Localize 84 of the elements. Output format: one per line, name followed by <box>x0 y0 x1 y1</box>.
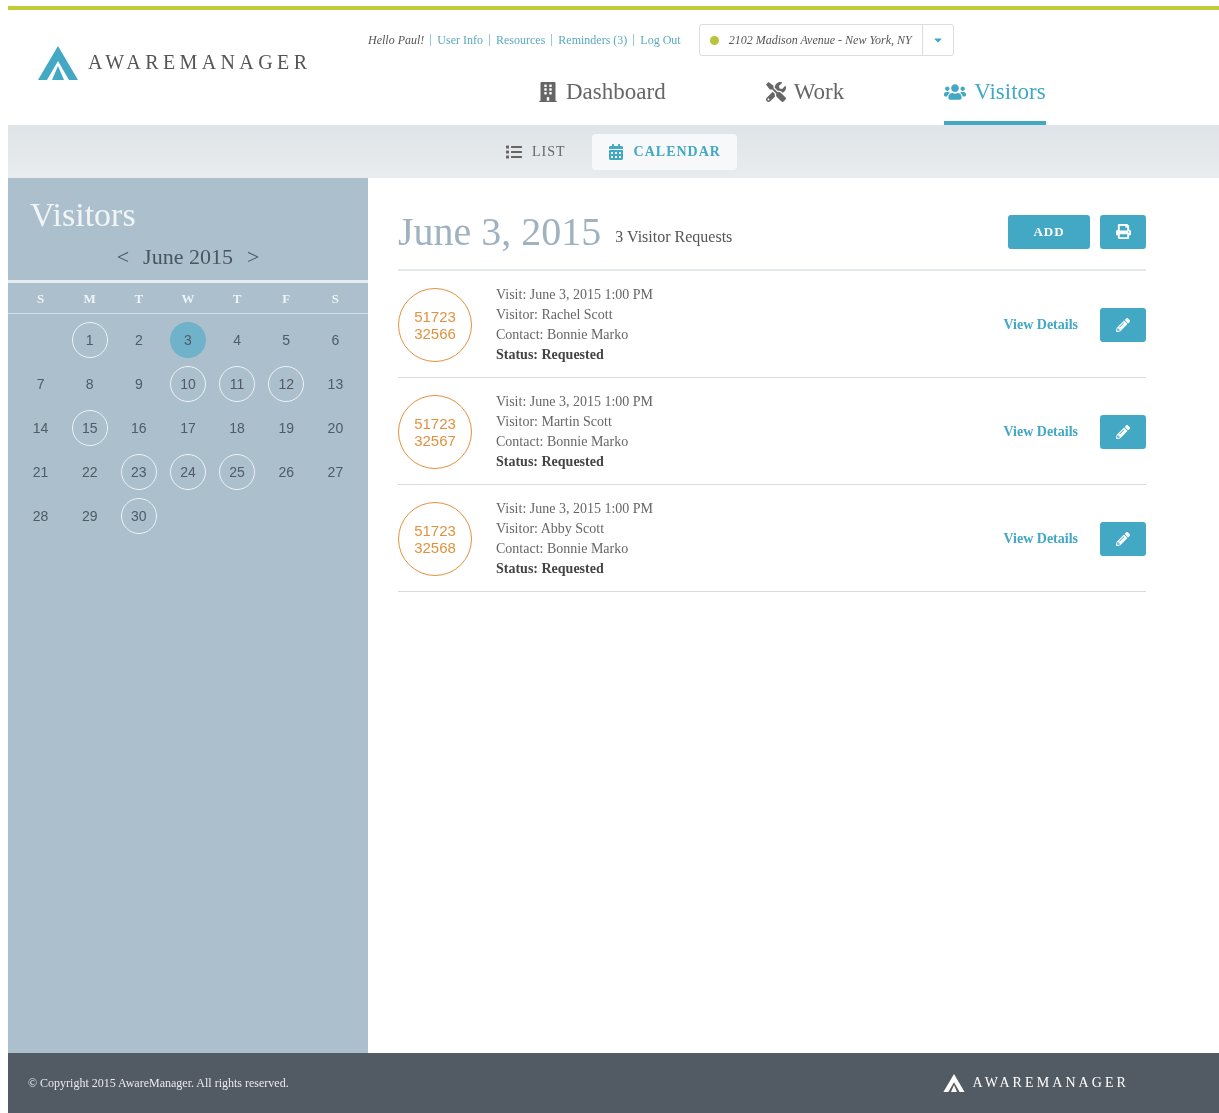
calendar-day[interactable]: 8 <box>71 366 108 402</box>
calendar-day[interactable]: 9 <box>120 366 157 402</box>
tools-icon <box>765 82 786 102</box>
weekday-label: S <box>35 291 46 307</box>
header-link[interactable]: Log Out <box>640 32 681 48</box>
users-icon <box>944 81 967 103</box>
logo-icon <box>38 45 78 80</box>
month-title: June 2015 <box>143 244 233 270</box>
calendar-day[interactable]: 4 <box>219 322 256 358</box>
request-id: 51723 <box>414 308 456 325</box>
calendar-day[interactable]: 3 <box>170 322 206 358</box>
edit-button[interactable] <box>1100 522 1146 556</box>
calendar-day[interactable]: 2 <box>120 322 157 358</box>
visit-time: Visit: June 3, 2015 1:00 PM <box>496 393 654 411</box>
building-icon <box>538 82 558 102</box>
greeting-text: Hello Paul! <box>368 32 425 48</box>
sidebar-title: Visitors <box>29 195 137 234</box>
contact-name: Contact: Bonnie Marko <box>496 540 630 558</box>
request-count: 3 Visitor Requests <box>615 227 733 246</box>
nav-tab[interactable]: Work <box>765 79 845 125</box>
pencil-icon <box>1116 532 1130 546</box>
header-link[interactable]: Resources <box>496 32 546 48</box>
request-id: 32567 <box>414 432 456 449</box>
request-status: Status: Requested <box>496 560 605 578</box>
request-status: Status: Requested <box>496 346 605 364</box>
logo-icon <box>942 1073 965 1093</box>
copyright-text: © Copyright 2015 AwareManager. All rights reserved. <box>28 1075 289 1091</box>
contact-name: Contact: Bonnie Marko <box>496 326 630 344</box>
calendar-day[interactable]: 13 <box>317 366 354 402</box>
location-select[interactable]: 2102 Madison Avenue - New York, NY <box>698 24 954 56</box>
calendar-day[interactable]: 26 <box>268 454 305 490</box>
visitor-name: Visitor: Martin Scott <box>496 413 613 431</box>
calendar-day[interactable]: 21 <box>22 454 59 490</box>
calendar-day[interactable]: 6 <box>317 322 354 358</box>
header-link[interactable]: User Info <box>437 32 483 48</box>
calendar-day[interactable]: 7 <box>22 366 59 402</box>
weekday-label: M <box>82 291 97 307</box>
calendar-day[interactable]: 20 <box>317 410 354 446</box>
weekday-label: F <box>281 291 292 307</box>
calendar-day[interactable]: 18 <box>219 410 256 446</box>
visit-time: Visit: June 3, 2015 1:00 PM <box>496 500 654 518</box>
edit-button[interactable] <box>1100 415 1146 449</box>
logo-text: AWAREMANAGER <box>88 51 312 74</box>
calendar-day[interactable]: 14 <box>22 410 59 446</box>
edit-button[interactable] <box>1100 308 1146 342</box>
calendar-day[interactable]: 28 <box>22 498 59 534</box>
view-details-link[interactable]: View Details <box>1003 531 1078 547</box>
weekday-label: T <box>133 291 145 307</box>
request-id: 51723 <box>414 415 456 432</box>
request-id: 32568 <box>414 539 456 556</box>
calendar-icon <box>607 143 624 160</box>
footer-logo-text: AWAREMANAGER <box>972 1075 1129 1091</box>
previous-month-button[interactable]: < <box>116 244 130 270</box>
view-tab[interactable]: LIST <box>490 133 582 170</box>
weekday-label: T <box>231 291 243 307</box>
calendar-day[interactable]: 19 <box>268 410 305 446</box>
weekday-label: S <box>330 291 341 307</box>
nav-tab[interactable]: Dashboard <box>538 79 666 125</box>
header-link[interactable]: Reminders (3) <box>558 32 628 48</box>
calendar-day[interactable]: 16 <box>120 410 157 446</box>
pencil-icon <box>1116 318 1130 332</box>
add-button[interactable]: ADD <box>1008 214 1090 249</box>
calendar-day[interactable]: 27 <box>317 454 354 490</box>
weekday-label: W <box>180 291 196 307</box>
calendar-day[interactable]: 17 <box>170 410 206 446</box>
view-details-link[interactable]: View Details <box>1003 317 1078 333</box>
view-tab[interactable]: CALENDAR <box>591 133 737 170</box>
request-status: Status: Requested <box>496 453 605 471</box>
calendar-day[interactable]: 22 <box>71 454 108 490</box>
request-id: 51723 <box>414 522 456 539</box>
calendar-day[interactable]: 5 <box>268 322 305 358</box>
date-heading: June 3, 2015 <box>398 208 602 255</box>
visit-time: Visit: June 3, 2015 1:00 PM <box>496 286 654 304</box>
next-month-button[interactable]: > <box>246 244 260 270</box>
pencil-icon <box>1116 425 1130 439</box>
view-details-link[interactable]: View Details <box>1003 424 1078 440</box>
visitor-name: Visitor: Abby Scott <box>496 520 606 538</box>
contact-name: Contact: Bonnie Marko <box>496 433 630 451</box>
print-button[interactable] <box>1100 214 1146 249</box>
print-icon <box>1115 224 1131 239</box>
calendar-day[interactable]: 29 <box>71 498 108 534</box>
list-icon <box>506 143 523 160</box>
request-id: 32566 <box>414 325 456 342</box>
visitor-name: Visitor: Rachel Scott <box>496 306 614 324</box>
